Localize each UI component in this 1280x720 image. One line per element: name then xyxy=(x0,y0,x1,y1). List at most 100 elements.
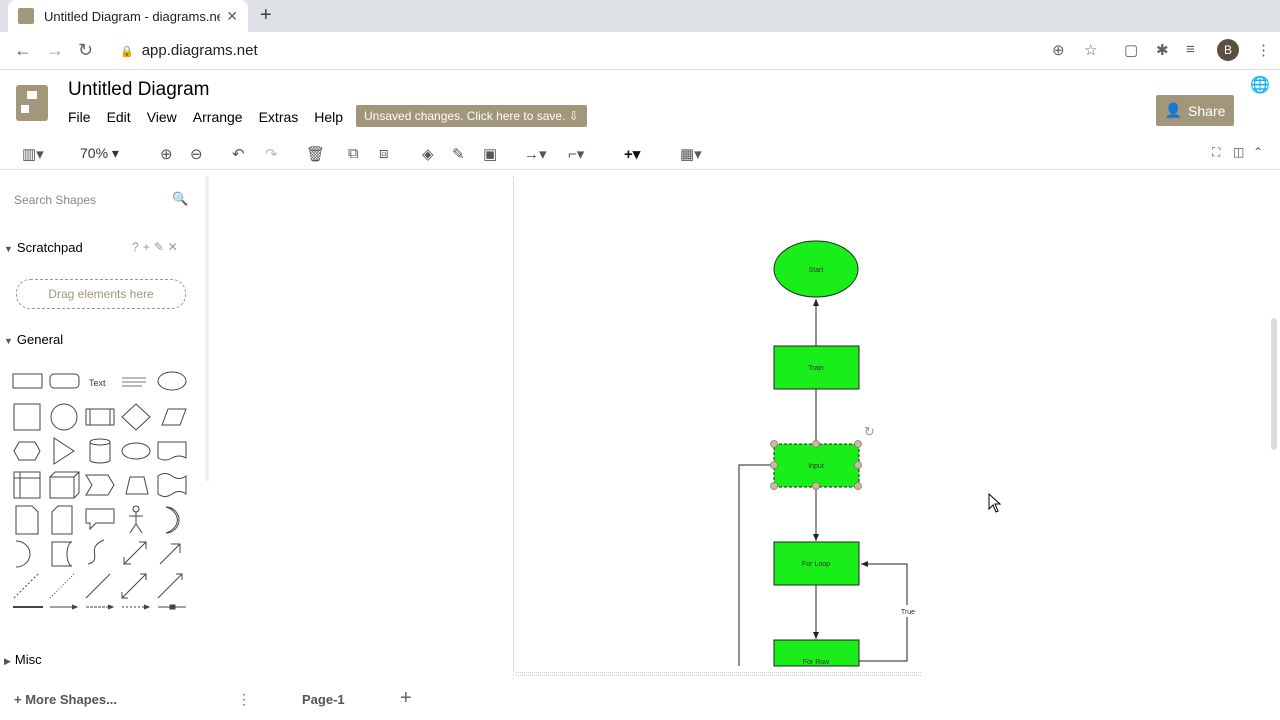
shape-square xyxy=(13,403,41,431)
search-icon[interactable]: 🔍 xyxy=(172,191,188,207)
redo-icon[interactable]: ↷ xyxy=(265,145,278,163)
scratchpad-dropzone[interactable]: Drag elements here xyxy=(16,279,186,309)
shape-rectangle xyxy=(12,373,43,389)
shape-line xyxy=(85,573,111,599)
shape-ellipse xyxy=(157,371,187,391)
menu-edit[interactable]: Edit xyxy=(107,109,131,125)
reload-icon[interactable]: ↻ xyxy=(78,40,93,61)
insert-icon[interactable]: +▾ xyxy=(624,145,640,163)
table-icon[interactable]: ▦▾ xyxy=(680,145,702,163)
cast-icon[interactable]: ▢ xyxy=(1124,41,1138,59)
footer-bar: + More Shapes... ⋮ Page-1 + xyxy=(0,686,1280,716)
menu-file[interactable]: File xyxy=(68,109,91,125)
waypoints-icon[interactable]: ⌐▾ xyxy=(568,145,584,163)
general-header[interactable]: ▼ General xyxy=(4,332,63,347)
url-field[interactable]: 🔒 app.diagrams.net xyxy=(120,42,258,59)
add-icon[interactable]: + xyxy=(143,240,154,254)
menu-help[interactable]: Help xyxy=(314,109,343,125)
location-icon[interactable]: ⊕ xyxy=(1052,41,1065,59)
shape-stored-data xyxy=(51,541,73,567)
shape-parallelogram xyxy=(161,408,187,426)
forward-icon[interactable]: → xyxy=(46,40,64,61)
misc-label: Misc xyxy=(14,652,42,667)
profile-avatar[interactable]: B xyxy=(1217,39,1239,61)
edit-icon[interactable]: ✎ xyxy=(154,240,168,254)
zoom-in-icon[interactable]: ⊕ xyxy=(160,145,173,163)
menu-extras[interactable]: Extras xyxy=(259,109,299,125)
to-front-icon[interactable]: ⧉ xyxy=(348,145,359,162)
connection-style-icon[interactable]: →▾ xyxy=(524,145,547,163)
shape-actor xyxy=(132,505,140,513)
shape-circle xyxy=(50,403,78,431)
diagrams-logo-icon xyxy=(16,85,59,121)
shape-document xyxy=(157,441,187,461)
scratchpad-header[interactable]: ▼ Scratchpad xyxy=(4,240,83,255)
vertical-scrollbar[interactable] xyxy=(1271,318,1277,450)
general-label: General xyxy=(16,332,64,347)
diagrams-favicon-icon xyxy=(18,8,34,24)
media-icon[interactable]: ≡ xyxy=(1186,41,1195,58)
document-title[interactable]: Untitled Diagram xyxy=(68,79,210,101)
zoom-select[interactable]: 70% ▾ xyxy=(80,145,119,162)
menu-view[interactable]: View xyxy=(147,109,177,125)
caret-down-icon: ▼ xyxy=(4,244,13,254)
close-tab-icon[interactable]: ✕ xyxy=(226,8,238,25)
menu-arrange[interactable]: Arrange xyxy=(193,109,243,125)
back-icon[interactable]: ← xyxy=(14,40,32,61)
shadow-icon[interactable]: ▣ xyxy=(483,145,497,163)
fill-color-icon[interactable]: ◈ xyxy=(422,145,434,163)
help-icon[interactable]: ? xyxy=(132,240,143,254)
sidebar-resize-handle[interactable] xyxy=(205,176,209,481)
more-shapes-button[interactable]: + More Shapes... xyxy=(14,692,117,707)
plus-icon: + xyxy=(14,692,26,707)
caret-right-icon: ▶ xyxy=(4,656,11,666)
language-globe-icon[interactable]: 🌐 xyxy=(1250,75,1270,95)
zoom-out-icon[interactable]: ⊖ xyxy=(190,145,203,163)
shape-text-label: Text xyxy=(89,378,106,388)
misc-header[interactable]: ▶ Misc xyxy=(4,652,42,667)
page-boundary-bottom xyxy=(516,672,921,676)
shape-internal-storage xyxy=(13,471,41,499)
app-header: Untitled Diagram File Edit View Arrange … xyxy=(0,71,1280,137)
shape-triangle xyxy=(53,437,75,465)
page-boundary-left xyxy=(513,176,514,676)
collapse-icon[interactable]: ⌃ xyxy=(1253,145,1263,159)
page-tab-1[interactable]: Page-1 xyxy=(302,692,345,707)
unsaved-label: Unsaved changes. Click here to save. xyxy=(364,109,566,123)
toolbar: ▥▾ 70% ▾ ⊕ ⊖ ↶ ↷ 🗑 ⧉ ⧈ ◈ ✎ ▣ →▾ ⌐▾ +▾ ▦▾… xyxy=(0,138,1280,170)
shape-hexagon xyxy=(13,441,41,461)
delete-icon[interactable]: 🗑 xyxy=(306,145,325,163)
to-back-icon[interactable]: ⧈ xyxy=(379,145,389,162)
caret-down-icon: ▼ xyxy=(4,336,13,346)
search-shapes-input[interactable]: Search Shapes xyxy=(14,193,96,207)
close-icon[interactable]: ✕ xyxy=(168,240,182,254)
extensions-icon[interactable]: ✱ xyxy=(1156,41,1169,59)
pages-menu-icon[interactable]: ⋮ xyxy=(237,691,251,708)
browser-menu-icon[interactable]: ⋮ xyxy=(1256,41,1271,59)
share-button[interactable]: 👤 Share xyxy=(1156,95,1234,126)
shape-or xyxy=(165,506,180,534)
address-bar: ← → ↻ 🔒 app.diagrams.net ⊕ ☆ ▢ ✱ ≡ B ⋮ xyxy=(0,32,1280,70)
browser-tab[interactable]: Untitled Diagram - diagrams.net ✕ xyxy=(8,0,248,32)
unsaved-changes-button[interactable]: Unsaved changes. Click here to save. ⇩ xyxy=(356,105,587,127)
shape-tape xyxy=(157,473,187,497)
shape-callout xyxy=(85,508,115,531)
line-color-icon[interactable]: ✎ xyxy=(452,145,465,163)
save-download-icon: ⇩ xyxy=(568,109,579,123)
diagram-canvas[interactable] xyxy=(212,172,1280,686)
shape-trapezoid xyxy=(125,476,149,495)
add-page-icon[interactable]: + xyxy=(400,687,412,710)
format-panel-toggle-icon[interactable]: ▥▾ xyxy=(22,145,44,163)
bookmark-star-icon[interactable]: ☆ xyxy=(1084,41,1097,59)
lock-icon: 🔒 xyxy=(120,46,134,58)
general-shapes-grid[interactable]: Text xyxy=(8,364,198,624)
panel-icon[interactable]: ◫ xyxy=(1233,145,1244,159)
new-tab-icon[interactable]: + xyxy=(260,4,272,27)
shape-cloud xyxy=(121,442,151,460)
fullscreen-icon[interactable]: ⛶ xyxy=(1212,145,1220,160)
scratchpad-label: Scratchpad xyxy=(16,240,83,255)
shapes-sidebar: Search Shapes 🔍 ▼ Scratchpad ?+✎✕ Drag el… xyxy=(0,176,205,686)
undo-icon[interactable]: ↶ xyxy=(232,145,245,163)
shape-cylinder xyxy=(89,438,111,464)
share-label: Share xyxy=(1188,102,1226,119)
